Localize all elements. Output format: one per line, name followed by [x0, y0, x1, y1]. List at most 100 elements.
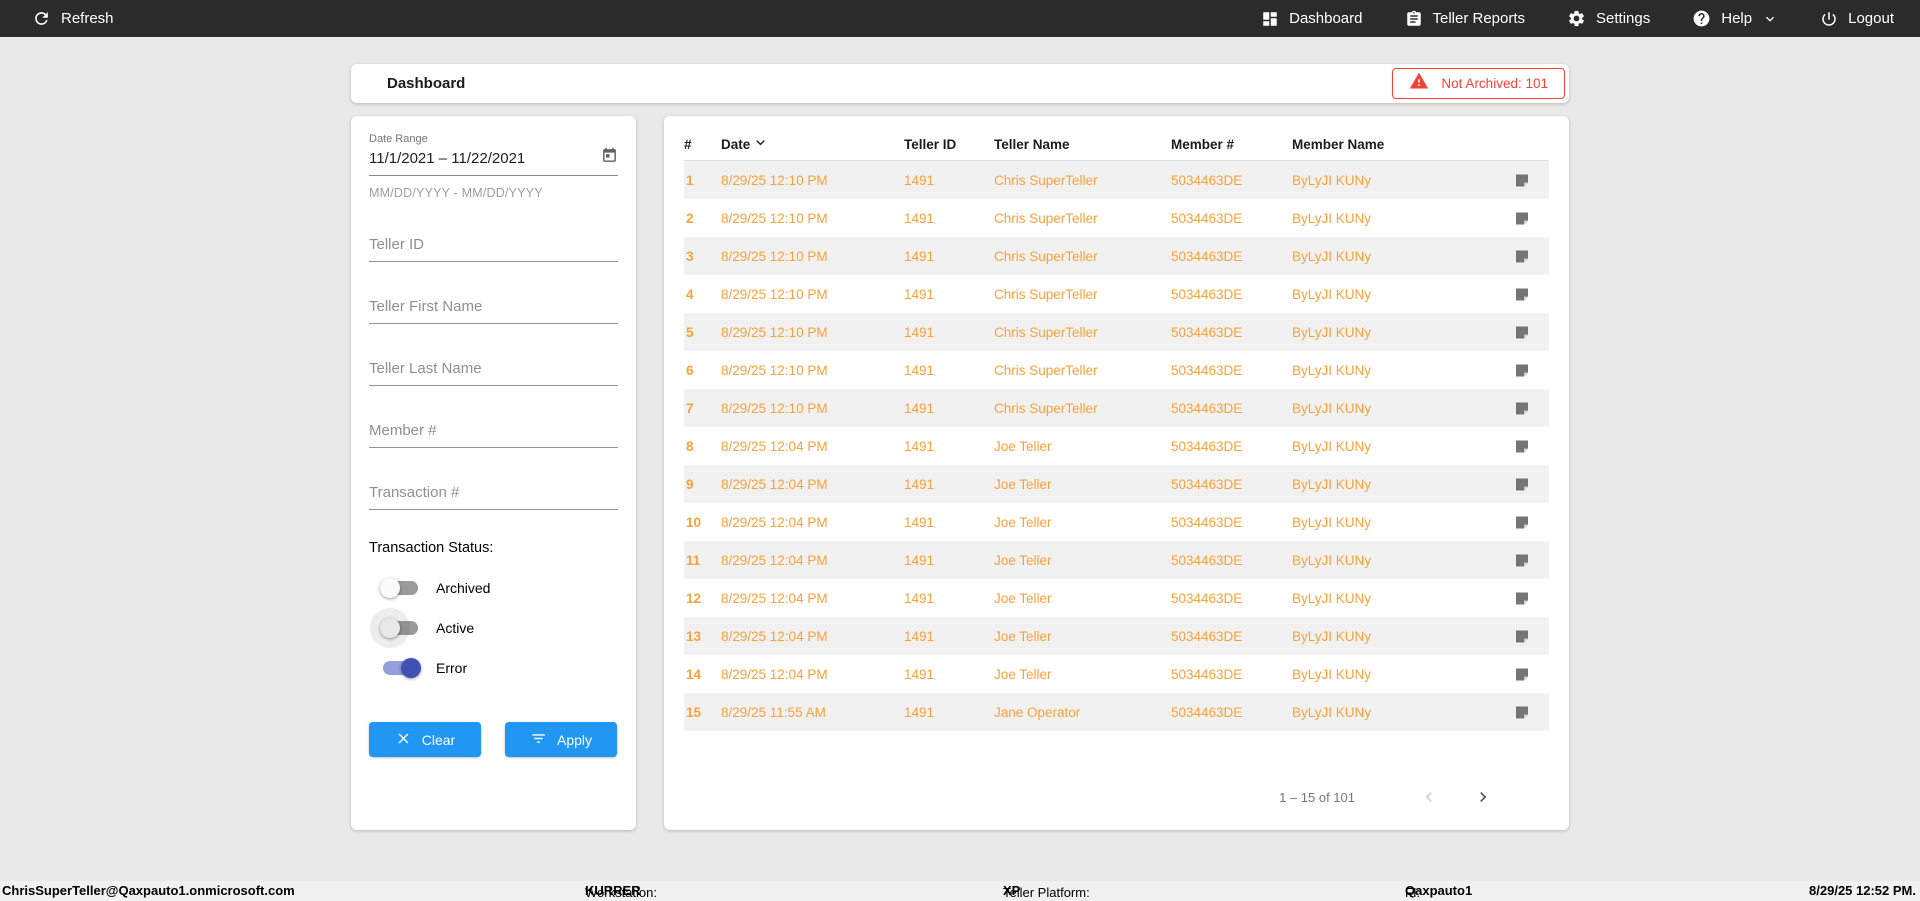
cell-date: 8/29/25 12:04 PM — [721, 666, 828, 682]
not-archived-badge[interactable]: Not Archived: 101 — [1392, 68, 1565, 99]
cell-teller-name: Joe Teller — [994, 590, 1052, 606]
not-archived-badge-label: Not Archived: 101 — [1441, 76, 1548, 91]
cell-teller-name: Joe Teller — [994, 552, 1052, 568]
filter-panel: Date Range MM/DD/YYYY - MM/DD/YYYY Trans… — [351, 116, 636, 830]
nav-dashboard[interactable]: Dashboard — [1261, 10, 1363, 28]
archived-toggle-row: Archived — [380, 578, 618, 598]
table-row[interactable]: 14 8/29/25 12:04 PM 1491 Joe Teller 5034… — [684, 655, 1549, 693]
nav-help-label: Help — [1721, 10, 1753, 27]
cell-member-name: ByLyJI KUNy — [1292, 628, 1372, 644]
note-icon[interactable] — [1486, 210, 1549, 227]
cell-member-name: ByLyJI KUNy — [1292, 324, 1372, 340]
close-icon — [395, 730, 412, 750]
cell-number: 14 — [686, 666, 702, 682]
teller-first-name-field[interactable] — [369, 292, 618, 324]
cell-teller-name: Jane Operator — [994, 704, 1081, 720]
note-icon[interactable] — [1486, 438, 1549, 455]
table-row[interactable]: 13 8/29/25 12:04 PM 1491 Joe Teller 5034… — [684, 617, 1549, 655]
cell-teller-id: 1491 — [904, 362, 935, 378]
cell-date: 8/29/25 12:10 PM — [721, 172, 828, 188]
table-row[interactable]: 3 8/29/25 12:10 PM 1491 Chris SuperTelle… — [684, 237, 1549, 275]
table-row[interactable]: 6 8/29/25 12:10 PM 1491 Chris SuperTelle… — [684, 351, 1549, 389]
cell-member-name: ByLyJI KUNy — [1292, 210, 1372, 226]
transaction-number-field[interactable] — [369, 478, 618, 510]
table-row[interactable]: 12 8/29/25 12:04 PM 1491 Joe Teller 5034… — [684, 579, 1549, 617]
cell-teller-id: 1491 — [904, 704, 935, 720]
cell-teller-name: Joe Teller — [994, 438, 1052, 454]
table-row[interactable]: 15 8/29/25 11:55 AM 1491 Jane Operator 5… — [684, 693, 1549, 731]
note-icon[interactable] — [1486, 628, 1549, 645]
cell-date: 8/29/25 11:55 AM — [721, 704, 826, 720]
note-icon[interactable] — [1486, 476, 1549, 493]
teller-id-field[interactable] — [369, 230, 618, 262]
cell-number: 8 — [686, 438, 694, 454]
note-icon[interactable] — [1486, 552, 1549, 569]
member-number-field[interactable] — [369, 416, 618, 448]
table-row[interactable]: 5 8/29/25 12:10 PM 1491 Chris SuperTelle… — [684, 313, 1549, 351]
refresh-button[interactable]: Refresh — [32, 9, 114, 28]
note-icon[interactable] — [1486, 362, 1549, 379]
note-icon[interactable] — [1486, 172, 1549, 189]
cell-member-number: 5034463DE — [1171, 552, 1243, 568]
cell-member-number: 5034463DE — [1171, 666, 1243, 682]
table-row[interactable]: 2 8/29/25 12:10 PM 1491 Chris SuperTelle… — [684, 199, 1549, 237]
cell-number: 12 — [686, 590, 702, 606]
archived-toggle[interactable] — [380, 578, 418, 598]
refresh-label: Refresh — [61, 10, 114, 27]
note-icon[interactable] — [1486, 400, 1549, 417]
clear-button[interactable]: Clear — [369, 722, 481, 757]
active-toggle-label: Active — [436, 620, 475, 636]
next-page-button[interactable] — [1469, 783, 1497, 811]
table-row[interactable]: 9 8/29/25 12:04 PM 1491 Joe Teller 50344… — [684, 465, 1549, 503]
table-row[interactable]: 8 8/29/25 12:04 PM 1491 Joe Teller 50344… — [684, 427, 1549, 465]
cell-number: 3 — [686, 248, 694, 264]
table-row[interactable]: 1 8/29/25 12:10 PM 1491 Chris SuperTelle… — [684, 161, 1549, 199]
cell-date: 8/29/25 12:10 PM — [721, 362, 828, 378]
clear-button-label: Clear — [421, 731, 456, 748]
cell-teller-id: 1491 — [904, 590, 935, 606]
note-icon[interactable] — [1486, 286, 1549, 303]
table-row[interactable]: 4 8/29/25 12:10 PM 1491 Chris SuperTelle… — [684, 275, 1549, 313]
table-row[interactable]: 7 8/29/25 12:10 PM 1491 Chris SuperTelle… — [684, 389, 1549, 427]
teller-last-name-field[interactable] — [369, 354, 618, 386]
cell-teller-id: 1491 — [904, 400, 935, 416]
power-icon — [1820, 10, 1838, 28]
date-range-input[interactable] — [369, 149, 601, 167]
table-row[interactable]: 10 8/29/25 12:04 PM 1491 Joe Teller 5034… — [684, 503, 1549, 541]
note-icon[interactable] — [1486, 704, 1549, 721]
note-icon[interactable] — [1486, 590, 1549, 607]
column-header-date[interactable]: Date — [721, 134, 904, 154]
cell-date: 8/29/25 12:10 PM — [721, 248, 828, 264]
nav-teller-reports[interactable]: Teller Reports — [1405, 10, 1525, 28]
nav-logout[interactable]: Logout — [1820, 10, 1894, 28]
cell-member-number: 5034463DE — [1171, 248, 1243, 264]
cell-member-number: 5034463DE — [1171, 590, 1243, 606]
apply-button[interactable]: Apply — [505, 722, 617, 757]
cell-member-name: ByLyJI KUNy — [1292, 704, 1372, 720]
transactions-table-card: # Date Teller ID Teller Name Member # Me… — [664, 116, 1569, 830]
previous-page-button[interactable] — [1415, 783, 1443, 811]
active-toggle[interactable] — [370, 608, 418, 648]
cell-number: 2 — [686, 210, 694, 226]
cell-teller-name: Chris SuperTeller — [994, 248, 1098, 264]
teller-platform-info: Teller Platform: XP — [1003, 883, 1090, 900]
error-toggle-row: Error — [383, 658, 618, 678]
note-icon[interactable] — [1486, 248, 1549, 265]
cell-member-number: 5034463DE — [1171, 286, 1243, 302]
note-icon[interactable] — [1486, 514, 1549, 531]
cell-member-name: ByLyJI KUNy — [1292, 666, 1372, 682]
nav-settings[interactable]: Settings — [1567, 9, 1650, 28]
note-icon[interactable] — [1486, 666, 1549, 683]
cell-date: 8/29/25 12:10 PM — [721, 400, 828, 416]
date-range-label: Date Range — [369, 133, 428, 145]
cell-member-number: 5034463DE — [1171, 362, 1243, 378]
table-row[interactable]: 11 8/29/25 12:04 PM 1491 Joe Teller 5034… — [684, 541, 1549, 579]
cell-date: 8/29/25 12:10 PM — [721, 210, 828, 226]
note-icon[interactable] — [1486, 324, 1549, 341]
calendar-icon[interactable] — [601, 147, 618, 169]
nav-help[interactable]: Help — [1692, 9, 1778, 28]
cell-member-number: 5034463DE — [1171, 628, 1243, 644]
error-toggle[interactable] — [383, 658, 421, 678]
cell-teller-id: 1491 — [904, 210, 935, 226]
cell-member-name: ByLyJI KUNy — [1292, 172, 1372, 188]
